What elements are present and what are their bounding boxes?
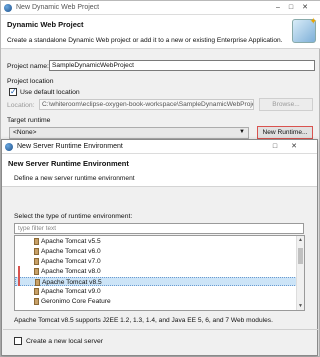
- window-controls: –□✕: [276, 3, 317, 11]
- scroll-up-icon[interactable]: ▲: [298, 237, 303, 243]
- chevron-down-icon: ▼: [239, 129, 245, 135]
- create-local-server-label: Create a new local server: [26, 338, 104, 345]
- list-item-selected[interactable]: Apache Tomcat v8.5: [15, 277, 297, 286]
- wizard-heading: Dynamic Web Project: [7, 20, 84, 29]
- select-runtime-type-label: Select the type of runtime environment:: [14, 213, 133, 220]
- window-titlebar[interactable]: New Dynamic Web Project –□✕: [1, 1, 320, 15]
- tomcat-icon: [34, 248, 39, 255]
- scroll-down-icon[interactable]: ▼: [298, 303, 303, 309]
- wizard-description: Create a standalone Dynamic Web project …: [7, 37, 283, 44]
- web-project-wizard-icon: [292, 16, 317, 43]
- new-server-runtime-dialog: New Server Runtime Environment □✕ New Se…: [1, 139, 318, 356]
- scrollbar-thumb[interactable]: [298, 248, 303, 264]
- project-name-input[interactable]: SampleDynamicWebProject: [49, 60, 315, 71]
- list-scrollbar[interactable]: ▲ ▼: [296, 236, 304, 310]
- use-default-location-checkbox[interactable]: [9, 87, 17, 96]
- list-item[interactable]: Apache Tomcat v9.0: [15, 287, 297, 296]
- project-location-label: Project location: [7, 78, 54, 85]
- dialog-description: Define a new server runtime environment: [14, 175, 135, 182]
- target-runtime-value: <None>: [13, 129, 37, 136]
- list-item[interactable]: Apache Tomcat v8.0: [15, 267, 297, 276]
- runtime-description: Apache Tomcat v8.5 supports J2EE 1.2, 1.…: [14, 317, 273, 324]
- window-title: New Dynamic Web Project: [16, 4, 100, 11]
- maximize-icon[interactable]: □: [289, 4, 302, 11]
- divider: [3, 329, 318, 330]
- dialog-heading: New Server Runtime Environment: [8, 159, 129, 168]
- filter-input[interactable]: type filter text: [14, 223, 304, 234]
- geronimo-icon: [34, 298, 39, 305]
- minimize-icon[interactable]: –: [276, 4, 289, 11]
- create-local-server-checkbox[interactable]: [14, 337, 22, 345]
- maximize-icon[interactable]: □: [273, 143, 291, 150]
- close-icon[interactable]: ✕: [291, 143, 311, 150]
- dialog-title: New Server Runtime Environment: [17, 143, 123, 150]
- tomcat-icon: [34, 288, 39, 295]
- list-item[interactable]: Apache Tomcat v7.0: [15, 257, 297, 266]
- wizard-banner: Dynamic Web Project Create a standalone …: [1, 15, 320, 49]
- browse-button: Browse...: [259, 98, 313, 111]
- tomcat-icon: [35, 279, 40, 286]
- location-input: C:\whiteroom\eclipse-oxygen-book-workspa…: [39, 99, 254, 110]
- list-item[interactable]: Apache Tomcat v6.0: [15, 247, 297, 256]
- location-label: Location:: [7, 102, 35, 109]
- tomcat-icon: [34, 258, 39, 265]
- dialog-banner: New Server Runtime Environment Define a …: [2, 154, 317, 187]
- project-name-label: Project name:: [7, 63, 49, 70]
- tomcat-icon: [34, 238, 39, 245]
- use-default-location-label: Use default location: [20, 89, 80, 96]
- dialog-titlebar[interactable]: New Server Runtime Environment □✕: [2, 140, 317, 154]
- tomcat-icon: [34, 268, 39, 275]
- runtime-list[interactable]: Apache Tomcat v5.5 Apache Tomcat v6.0 Ap…: [14, 235, 305, 311]
- target-runtime-combo[interactable]: <None> ▼: [9, 127, 249, 139]
- list-item[interactable]: Geronimo Core Feature: [15, 297, 297, 306]
- selection-highlight-mark: [18, 266, 20, 286]
- close-icon[interactable]: ✕: [302, 4, 317, 11]
- list-item[interactable]: Apache Tomcat v5.5: [15, 237, 297, 246]
- new-runtime-button[interactable]: New Runtime...: [257, 126, 313, 139]
- target-runtime-label: Target runtime: [7, 117, 51, 124]
- dialog-controls: □✕: [273, 142, 311, 150]
- eclipse-icon: [4, 4, 12, 12]
- eclipse-icon: [5, 143, 13, 151]
